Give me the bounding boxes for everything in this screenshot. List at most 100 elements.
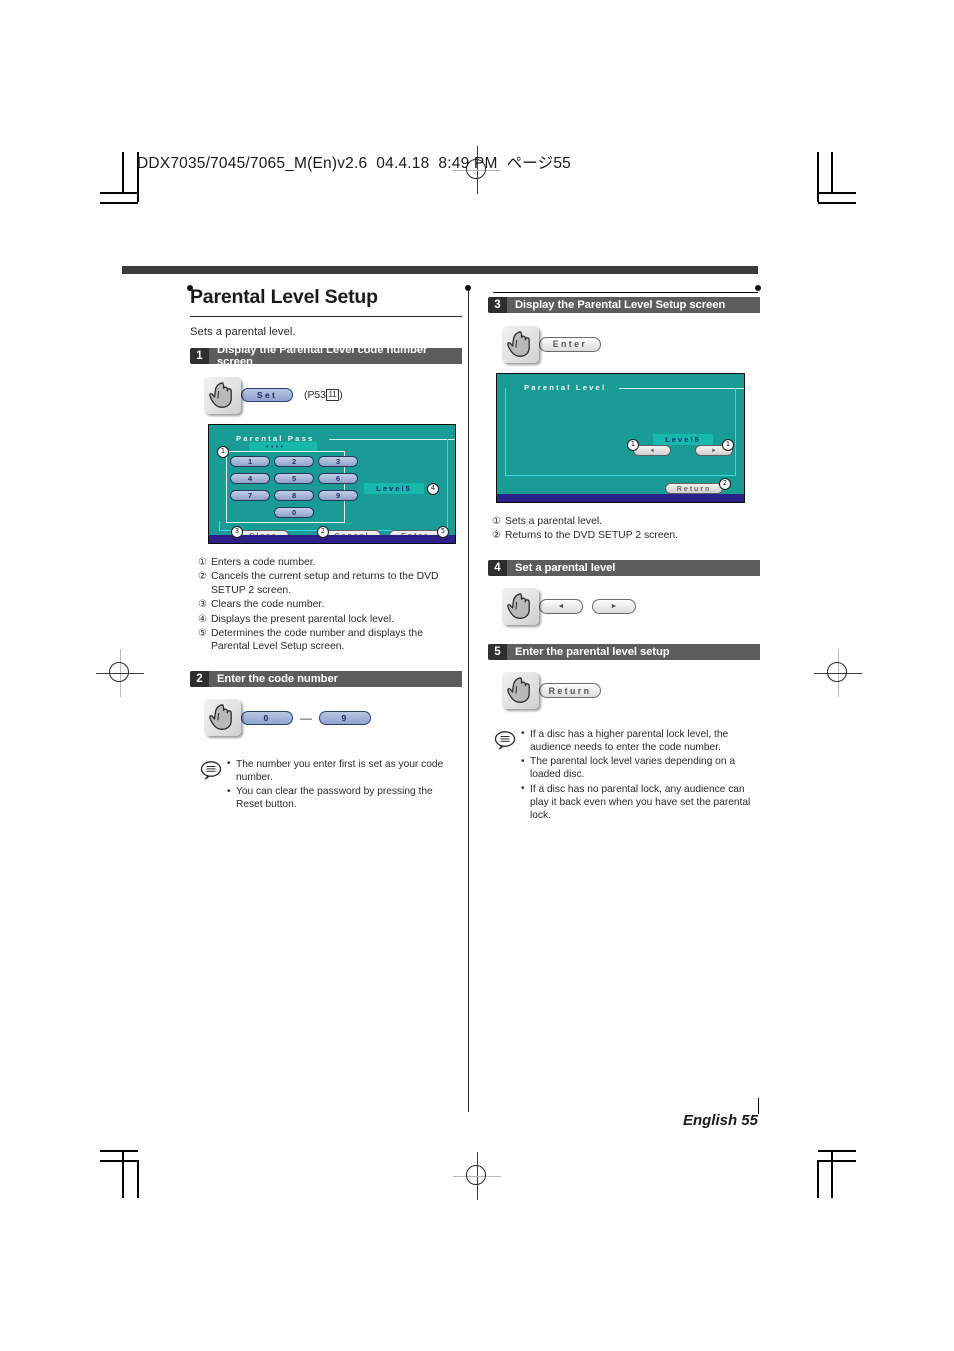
step-4-action-row: ◄ ► bbox=[502, 587, 760, 627]
page-footer: English 55 bbox=[682, 1112, 758, 1129]
description-text: Returns to the DVD SETUP 2 screen. bbox=[505, 530, 679, 542]
crop-mark-bottom-right-v bbox=[831, 1150, 833, 1198]
screen2-border-left bbox=[505, 388, 507, 476]
crop-mark-top-left-h1 bbox=[100, 192, 138, 194]
crop-mark-bottom-left-h1 bbox=[100, 1150, 138, 1152]
keypad-key-0[interactable]: 0 bbox=[274, 507, 314, 518]
callout-marker-cancel: 2 bbox=[317, 526, 329, 538]
registration-mark-right bbox=[814, 649, 862, 697]
return-button-screen2[interactable]: Return bbox=[665, 483, 723, 494]
description-text: Clears the code number. bbox=[211, 599, 325, 611]
key-0-button[interactable]: 0 bbox=[241, 710, 293, 725]
callout-marker-keypad: 1 bbox=[217, 446, 229, 458]
step-2-header: 2 Enter the code number bbox=[190, 670, 462, 687]
keypad-key-6[interactable]: 6 bbox=[318, 473, 358, 484]
keypad-key-8[interactable]: 8 bbox=[274, 490, 314, 501]
keypad-key-5[interactable]: 5 bbox=[274, 473, 314, 484]
callout-marker-level: 4 bbox=[427, 483, 439, 495]
step-3-title: Display the Parental Level Setup screen bbox=[507, 297, 760, 313]
step-3-action-row: Enter bbox=[502, 324, 760, 364]
description-item: ③ Clears the code number. bbox=[198, 598, 462, 611]
step-4-number: 4 bbox=[488, 559, 507, 576]
left-description-list: ① Enters a code number. ② Cancels the cu… bbox=[198, 556, 462, 654]
description-marker: ③ bbox=[198, 599, 207, 611]
parental-pass-screen: Parental Pass •••• 1 2 3 4 5 6 7 8 9 0 L… bbox=[208, 424, 456, 544]
right-arrow-button[interactable]: ► bbox=[592, 599, 636, 615]
callout-marker-clear: 3 bbox=[231, 526, 243, 538]
parental-level-screen: Parental Level Level5 ◄ ► Return 1 1 2 bbox=[496, 373, 745, 503]
crop-mark-top-left-vv bbox=[122, 152, 124, 193]
return-button[interactable]: Return bbox=[539, 683, 601, 699]
column-divider bbox=[468, 286, 470, 1112]
callout-marker-right-arrow: 1 bbox=[722, 439, 734, 451]
description-marker: ⑤ bbox=[198, 628, 207, 640]
range-dash: — bbox=[300, 710, 312, 725]
description-item: ④ Displays the present parental lock lev… bbox=[198, 613, 462, 626]
crop-mark-bottom-right-vv bbox=[817, 1160, 819, 1198]
step-1-title: Display the Parental Level code number s… bbox=[209, 344, 462, 368]
right-description-list: ① Sets a parental level. ② Returns to th… bbox=[492, 515, 760, 543]
hand-pointer-icon bbox=[502, 588, 539, 626]
keypad-key-1[interactable]: 1 bbox=[230, 456, 270, 467]
description-marker: ④ bbox=[198, 613, 207, 625]
description-text: Displays the present parental lock level… bbox=[211, 613, 395, 625]
step-1-header: 1 Display the Parental Level code number… bbox=[190, 344, 462, 368]
description-item: ⑤ Determines the code number and display… bbox=[198, 627, 462, 654]
page-reference: (P53 11) bbox=[304, 389, 343, 401]
hand-pointer-icon bbox=[502, 325, 539, 363]
step-3-header: 3 Display the Parental Level Setup scree… bbox=[488, 297, 760, 313]
keypad-key-9[interactable]: 9 bbox=[318, 490, 358, 501]
left-note-block: The number you enter first is set as you… bbox=[200, 757, 462, 813]
note-item: The parental lock level varies depending… bbox=[521, 755, 760, 781]
note-bubble-icon bbox=[200, 758, 227, 813]
description-marker: ① bbox=[198, 557, 207, 568]
crop-mark-bottom-left-v bbox=[122, 1150, 124, 1198]
note-item: You can clear the password by pressing t… bbox=[227, 785, 462, 811]
page-reference-prefix: (P53 bbox=[304, 390, 326, 401]
description-marker: ① bbox=[492, 516, 501, 527]
description-item: ② Cancels the current setup and returns … bbox=[198, 570, 462, 597]
keypad-key-7[interactable]: 7 bbox=[230, 490, 270, 501]
screen1-border-left bbox=[219, 521, 221, 531]
left-column: Parental Level Setup Sets a parental lev… bbox=[190, 286, 462, 813]
footer-tick bbox=[758, 1098, 760, 1114]
pass-entry-dots: •••• bbox=[266, 444, 286, 451]
step-5-action-row: Return bbox=[502, 671, 760, 711]
keypad-key-3[interactable]: 3 bbox=[318, 456, 358, 467]
description-item: ① Sets a parental level. bbox=[492, 515, 760, 528]
screen1-footer-bar bbox=[209, 535, 455, 543]
step-2-action-row: 0 — 9 bbox=[204, 698, 462, 738]
right-note-list: If a disc has a higher parental lock lev… bbox=[521, 727, 760, 823]
left-note-list: The number you enter first is set as you… bbox=[227, 757, 462, 813]
step-5-number: 5 bbox=[488, 643, 507, 660]
registration-mark-bottom bbox=[453, 1152, 501, 1200]
description-item: ② Returns to the DVD SETUP 2 screen. bbox=[492, 529, 760, 542]
screen2-border-bottom bbox=[505, 475, 736, 477]
right-note-block: If a disc has a higher parental lock lev… bbox=[494, 727, 760, 823]
crop-mark-top-right-h1 bbox=[818, 192, 856, 194]
hand-pointer-icon bbox=[204, 376, 241, 414]
keypad-key-2[interactable]: 2 bbox=[274, 456, 314, 467]
parental-pass-title-rule bbox=[329, 439, 455, 441]
page-lede: Sets a parental level. bbox=[190, 326, 296, 338]
step-2-title: Enter the code number bbox=[209, 670, 462, 687]
enter-button[interactable]: Enter bbox=[539, 336, 601, 352]
step-2-number: 2 bbox=[190, 670, 209, 687]
crop-mark-bottom-right-h2 bbox=[818, 1160, 856, 1162]
set-button[interactable]: Set bbox=[241, 388, 293, 402]
description-marker: ② bbox=[198, 571, 207, 583]
hand-pointer-icon bbox=[502, 672, 539, 710]
left-arrow-button[interactable]: ◄ bbox=[539, 599, 583, 615]
step-1-action-row: Set (P53 11) bbox=[204, 375, 462, 415]
key-9-button[interactable]: 9 bbox=[319, 710, 371, 725]
note-item: If a disc has a higher parental lock lev… bbox=[521, 727, 760, 754]
print-slug: DDX7035/7045/7065_M(En)v2.6 04.4.18 8:49… bbox=[137, 155, 572, 172]
parental-pass-level-chip: Level5 bbox=[364, 483, 424, 494]
registration-mark-left bbox=[96, 649, 144, 697]
parental-level-chip: Level5 bbox=[653, 434, 713, 445]
keypad-key-4[interactable]: 4 bbox=[230, 473, 270, 484]
description-text: Cancels the current setup and returns to… bbox=[211, 571, 439, 596]
step-1-number: 1 bbox=[190, 348, 209, 364]
description-text: Determines the code number and displays … bbox=[211, 628, 423, 653]
parental-level-screen-title: Parental Level bbox=[524, 383, 607, 392]
